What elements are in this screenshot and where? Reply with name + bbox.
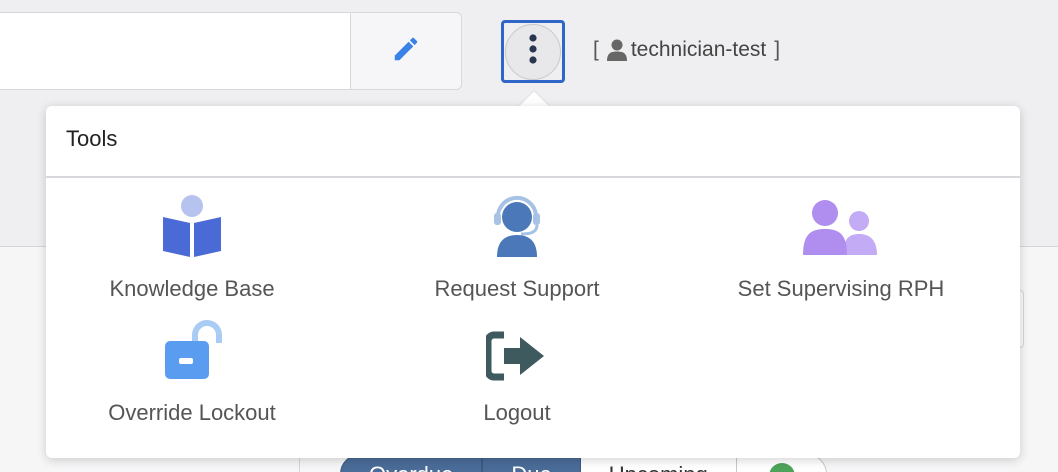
bracket-close: ] (774, 38, 781, 61)
tool-label: Set Supervising RPH (737, 276, 945, 301)
vertical-ellipsis-icon (528, 33, 538, 70)
user-icon (606, 39, 627, 61)
tool-label: Override Lockout (108, 400, 276, 425)
tools-dropdown: Tools Knowledge Base Request Support Set… (46, 106, 1020, 458)
users-icon (803, 199, 879, 262)
tool-logout[interactable]: Logout (372, 322, 662, 426)
sign-out-icon (484, 331, 548, 386)
tools-title: Tools (46, 106, 1020, 178)
bracket-open: [ (593, 38, 599, 61)
complete-status-icon (768, 463, 795, 472)
book-reader-icon (161, 195, 223, 262)
more-options-button[interactable] (501, 20, 565, 83)
tool-label: Logout (483, 400, 551, 425)
current-user-label: [ technician-test ] (593, 36, 780, 64)
tool-set-supervising-rph[interactable]: Set Supervising RPH (696, 198, 986, 302)
tool-request-support[interactable]: Request Support (372, 195, 662, 302)
pencil-icon (391, 34, 421, 69)
unlock-icon (157, 319, 227, 386)
tool-label: Knowledge Base (109, 276, 275, 301)
headset-icon (489, 195, 545, 262)
edit-button[interactable] (350, 13, 461, 89)
tool-label: Request Support (434, 276, 600, 301)
tool-knowledge-base[interactable]: Knowledge Base (47, 195, 337, 302)
tool-override-lockout[interactable]: Override Lockout (47, 319, 337, 426)
username: technician-test (630, 38, 767, 61)
